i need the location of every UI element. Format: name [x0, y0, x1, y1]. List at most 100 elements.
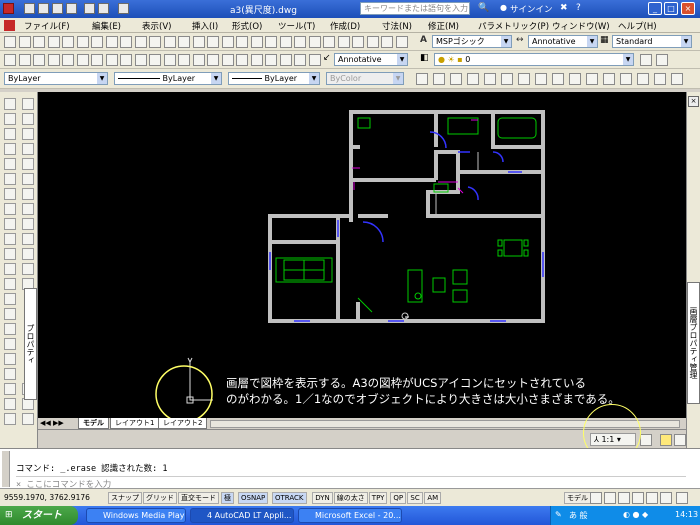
isolate-icon[interactable] [660, 492, 672, 504]
tool-icon-15[interactable] [207, 36, 219, 48]
modify-tool-icon-12[interactable] [22, 263, 34, 275]
grid-icon[interactable] [590, 492, 602, 504]
draw-tool-icon-16[interactable] [4, 323, 16, 335]
bulb-icon[interactable] [674, 434, 686, 446]
menu-window[interactable]: ウィンドウ(W) [552, 20, 610, 32]
new-icon[interactable] [24, 3, 35, 14]
tool-icon-2[interactable] [18, 36, 31, 48]
ime-icon[interactable]: ✎ [555, 510, 562, 519]
draw-tool-icon-13[interactable] [4, 278, 16, 290]
draw-tool-icon-19[interactable] [4, 368, 16, 380]
lock-icon[interactable] [646, 492, 658, 504]
dim-tool-icon-1[interactable] [4, 54, 16, 66]
app-icon[interactable] [3, 3, 14, 14]
status-toggle-11[interactable]: SC [407, 492, 423, 504]
modify-tool-icon-2[interactable] [22, 113, 34, 125]
task-autocad[interactable]: 4 AutoCAD LT Appli... [190, 508, 294, 523]
modify-tool-icon-8[interactable] [535, 73, 547, 85]
modify-tool-icon-4[interactable] [467, 73, 479, 85]
modify-tool-icon-9[interactable] [552, 73, 564, 85]
draw-tool-icon-14[interactable] [4, 293, 16, 305]
tool-icon-18[interactable] [250, 36, 263, 48]
modify-tool-icon-15[interactable] [654, 73, 666, 85]
tool-icon-14[interactable] [192, 36, 205, 48]
menu-view[interactable]: 表示(V) [142, 20, 171, 32]
draw-tool-icon-9[interactable] [4, 218, 16, 230]
menu-insert[interactable]: 挿入(I) [192, 20, 218, 32]
tool-icon-23[interactable] [323, 36, 335, 48]
tool-icon-28[interactable] [395, 36, 408, 48]
layer-manager-tab[interactable]: 画層プロパティ管理 [687, 282, 700, 404]
modify-tool-icon-4[interactable] [22, 143, 34, 155]
dim-tool-icon-18[interactable] [250, 54, 263, 66]
dim-tool-icon-10[interactable] [134, 54, 147, 66]
dim-tool-icon-11[interactable] [149, 54, 161, 66]
pan-icon[interactable] [604, 492, 616, 504]
dim-tool-icon-2[interactable] [18, 54, 31, 66]
dim-tool-icon-17[interactable] [236, 54, 248, 66]
status-toggle-12[interactable]: AM [424, 492, 442, 504]
dim-tool-icon-5[interactable] [62, 54, 74, 66]
save-icon[interactable] [52, 3, 63, 14]
modify-tool-icon-2[interactable] [433, 73, 445, 85]
command-grip[interactable] [2, 451, 10, 487]
modify-tool-icon-12[interactable] [603, 73, 615, 85]
draw-tool-icon-17[interactable] [4, 338, 16, 350]
menu-file[interactable]: ファイル(F) [24, 20, 70, 32]
dim-tool-icon-9[interactable] [120, 54, 132, 66]
draw-tool-icon-20[interactable] [4, 383, 16, 395]
modify-tool-icon-9[interactable] [22, 218, 34, 230]
menu-parametric[interactable]: パラメトリック(P) [478, 20, 549, 32]
minimize-button[interactable]: _ [648, 2, 662, 15]
modify-tool-icon-13[interactable] [620, 73, 632, 85]
tab-layout1[interactable]: レイアウト1 [110, 418, 160, 429]
ime-mode[interactable]: あ 般 [569, 510, 588, 521]
draw-tool-icon-7[interactable] [4, 188, 16, 200]
properties-palette-tab[interactable]: プロパティ [24, 288, 37, 400]
linetype-combo[interactable]: ByLayer ▼ [114, 72, 222, 85]
text-style-combo[interactable]: MSPゴシック ▼ [432, 35, 512, 48]
color-combo[interactable]: ByLayer ▼ [4, 72, 108, 85]
menu-modify[interactable]: 修正(M) [428, 20, 459, 32]
status-toggle-6[interactable]: OTRACK [272, 492, 307, 504]
draw-tool-icon-15[interactable] [4, 308, 16, 320]
redo-icon[interactable] [98, 3, 109, 14]
draw-tool-icon-5[interactable] [4, 158, 16, 170]
status-toggle-2[interactable]: グリッド [143, 492, 177, 504]
modify-tool-icon-22[interactable] [22, 413, 34, 425]
saveas-icon[interactable] [66, 3, 77, 14]
modify-tool-icon-11[interactable] [586, 73, 598, 85]
table-style-combo[interactable]: Standard ▼ [612, 35, 692, 48]
toolbar-lock-button[interactable] [660, 434, 672, 446]
dim-tool-icon-13[interactable] [178, 54, 190, 66]
open-icon[interactable] [38, 3, 49, 14]
tab-scroll-icon[interactable]: ◀◀ ▶▶ [40, 419, 64, 427]
drawing-area[interactable]: 画層で図枠を表示する。A3の図枠がUCSアイコンにセットされている のがわかる。… [38, 92, 686, 418]
draw-tool-icon-8[interactable] [4, 203, 16, 215]
signin-link[interactable]: サインイン [510, 3, 553, 15]
table-style-icon[interactable]: ▦ [600, 35, 609, 45]
menu-help[interactable]: ヘルプ(H) [618, 20, 657, 32]
tool-icon-26[interactable] [366, 36, 379, 48]
multileader-style-icon[interactable]: ↙ [323, 53, 331, 63]
modify-tool-icon-16[interactable] [671, 73, 683, 85]
draw-tool-icon-12[interactable] [4, 263, 16, 275]
search-icon[interactable]: 🔍 [478, 3, 489, 13]
text-style-icon[interactable]: A [420, 35, 427, 45]
modify-tool-icon-3[interactable] [22, 128, 34, 140]
multileader-style-combo[interactable]: Annotative ▼ [334, 53, 408, 66]
status-toggle-4[interactable]: 極 [221, 492, 234, 504]
tool-icon-3[interactable] [33, 36, 45, 48]
tool-icon-9[interactable] [120, 36, 132, 48]
tool-icon-27[interactable] [381, 36, 393, 48]
menu-format[interactable]: 形式(O) [232, 20, 262, 32]
draw-tool-icon-10[interactable] [4, 233, 16, 245]
modify-tool-icon-6[interactable] [501, 73, 513, 85]
menu-tools[interactable]: ツール(T) [278, 20, 315, 32]
tool-icon-6[interactable] [76, 36, 89, 48]
menu-draw[interactable]: 作成(D) [330, 20, 360, 32]
dim-tool-icon-4[interactable] [47, 54, 60, 66]
draw-tool-icon-1[interactable] [4, 98, 16, 110]
tool-icon-20[interactable] [279, 36, 292, 48]
tab-layout2[interactable]: レイアウト2 [158, 418, 208, 429]
